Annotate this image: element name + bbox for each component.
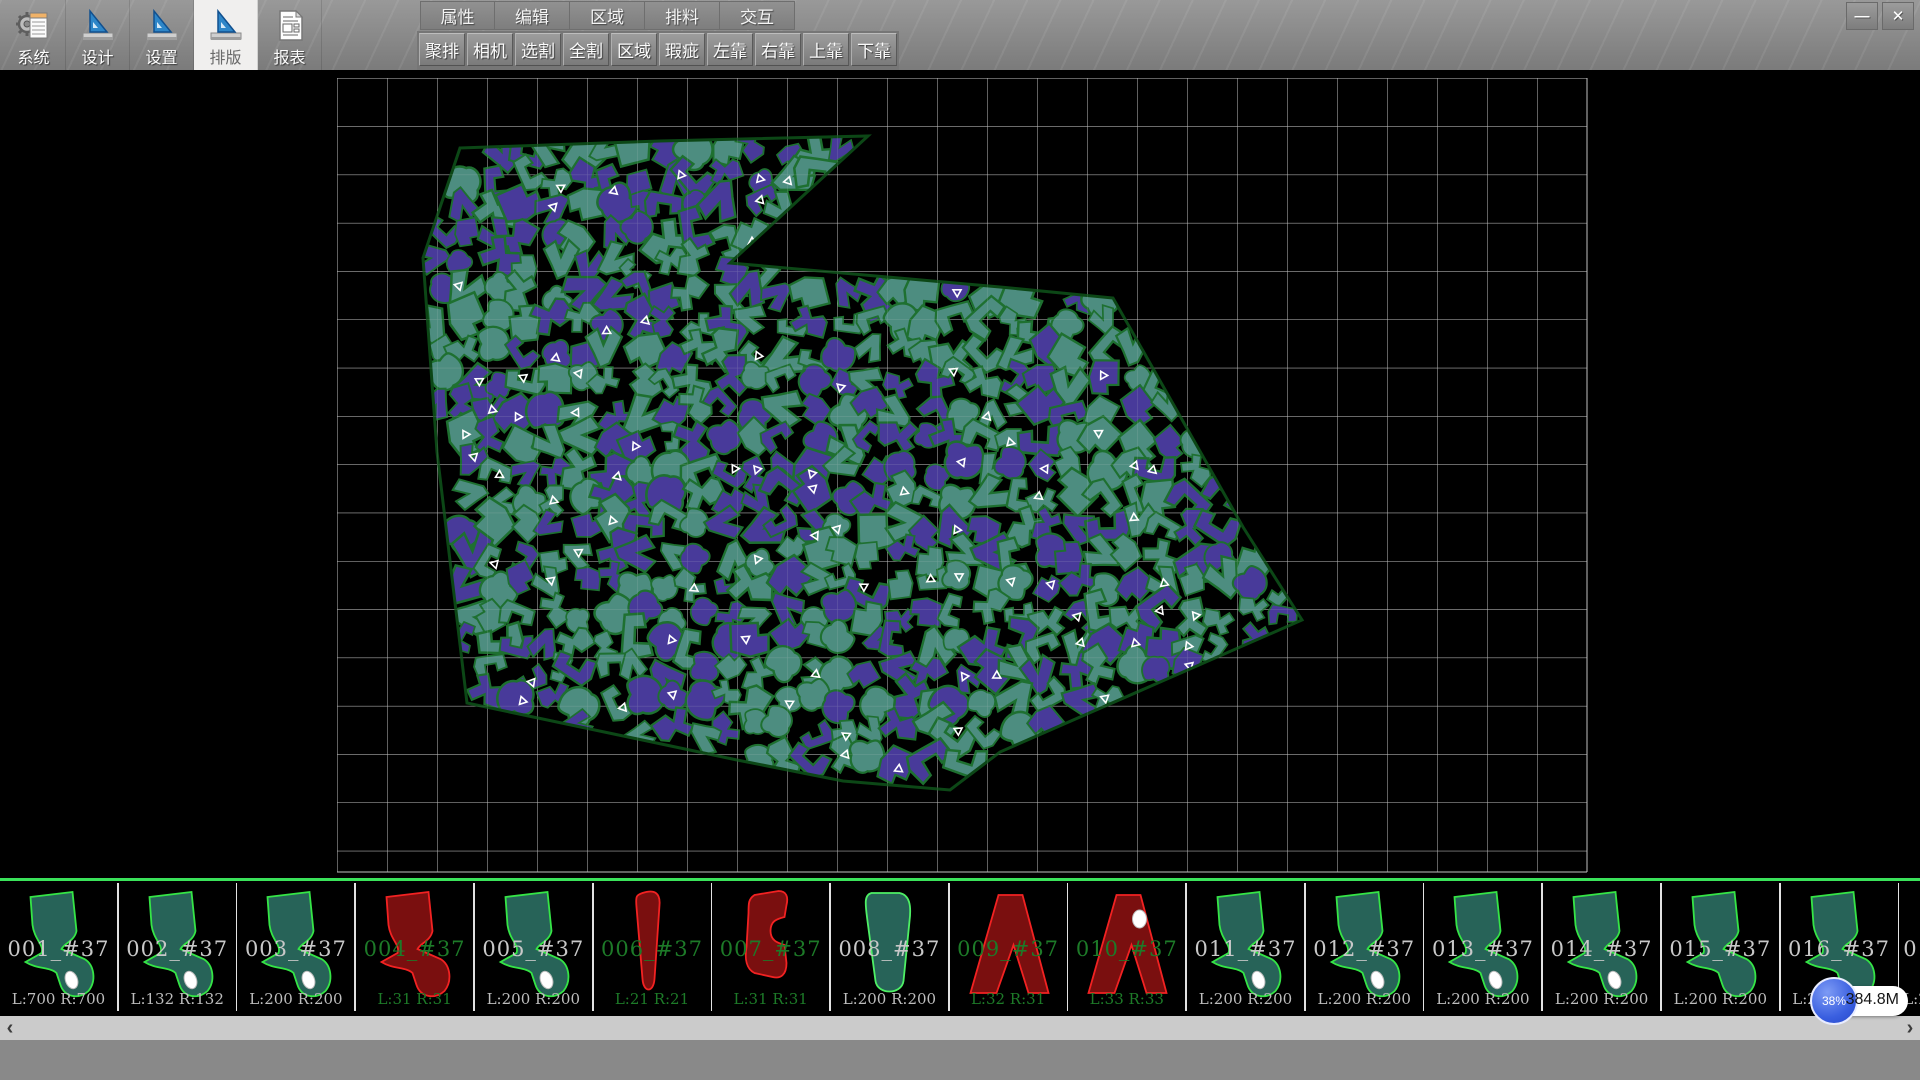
horizontal-scrollbar[interactable]: ‹ › <box>0 1016 1920 1040</box>
minimize-button[interactable]: — <box>1846 2 1878 30</box>
piece-name-label: 002_#37 <box>119 937 236 961</box>
ribbon-header: 系统设计设置排版报表 属性编辑区域排料交互 聚排相机选割全割区域瑕疵左靠右靠上靠… <box>0 0 1920 70</box>
piece-name-label: 014_#37 <box>1543 937 1660 961</box>
system-gear-icon <box>16 9 52 43</box>
ribbon-button-5[interactable]: 报表 <box>258 0 322 70</box>
menu-tab-2[interactable]: 编辑 <box>495 1 570 30</box>
piece-name-label: 015_#37 <box>1662 937 1779 961</box>
menu-tab-1[interactable]: 属性 <box>420 1 495 30</box>
piece-thumbnail-7[interactable]: 007_#37 L:31 R:31 <box>712 883 831 1011</box>
ribbon-button-label: 设置 <box>145 49 177 68</box>
piece-name-label: 016_#37 <box>1781 937 1898 961</box>
piece-count-label: L:33 R:33 <box>1068 990 1185 1008</box>
set-square-icon <box>208 9 244 43</box>
piece-name-label: 004_#37 <box>356 937 473 961</box>
canvas-grid-overlay <box>337 78 1587 872</box>
piece-count-label: L:200 R:200 <box>1187 990 1304 1008</box>
app-icon-toolbar: 系统 设计 设置 排版 报表 <box>2 0 322 70</box>
piece-count-label: L:31 R:31 <box>356 990 473 1008</box>
tool-button-bar: 聚排相机选割全割区域瑕疵左靠右靠上靠下靠 <box>417 31 899 70</box>
ribbon-button-label: 报表 <box>273 49 305 68</box>
menu-tab-4[interactable]: 排料 <box>645 1 720 30</box>
menu-tab-bar: 属性编辑区域排料交互 <box>420 1 795 30</box>
piece-name-label: 009_#37 <box>950 937 1067 961</box>
menu-tab-3[interactable]: 区域 <box>570 1 645 30</box>
scroll-right-icon[interactable]: › <box>1900 1016 1920 1040</box>
tool-button-8[interactable]: 右靠 <box>755 33 801 66</box>
piece-thumbnail-2[interactable]: 002_#37 L:132 R:132 <box>119 883 238 1011</box>
piece-name-label: 012_#37 <box>1306 937 1423 961</box>
piece-thumbnail-10[interactable]: 010_#37 L:33 R:33 <box>1068 883 1187 1011</box>
piece-count-label: L:21 R:21 <box>594 990 711 1008</box>
memory-usage-label: 384.8M <box>1846 991 1899 1009</box>
ribbon-button-3[interactable]: 设置 <box>130 0 194 70</box>
ribbon-button-label: 设计 <box>81 49 113 68</box>
piece-count-label: L:200 R:200 <box>831 990 948 1008</box>
piece-name-label: 008_#37 <box>831 937 948 961</box>
piece-thumbnail-5[interactable]: 005_#37 L:200 R:200 <box>475 883 594 1011</box>
piece-name-label: 011_#37 <box>1187 937 1304 961</box>
piece-thumbnail-11[interactable]: 011_#37 L:200 R:200 <box>1187 883 1306 1011</box>
tool-button-7[interactable]: 左靠 <box>707 33 753 66</box>
piece-count-label: L:200 R:200 <box>1543 990 1660 1008</box>
ribbon-button-4[interactable]: 排版 <box>194 0 258 70</box>
tool-button-6[interactable]: 瑕疵 <box>659 33 705 66</box>
piece-count-label: L:200 R:200 <box>1662 990 1779 1008</box>
piece-name-label: 001_#37 <box>0 937 117 961</box>
piece-thumbnail-tray: 001_#37L:700 R:700002_#37L:132 R:132003_… <box>0 878 1920 1013</box>
nesting-canvas[interactable] <box>0 70 1920 878</box>
scroll-left-icon[interactable]: ‹ <box>0 1016 20 1040</box>
piece-count-label: L:700 R:700 <box>0 990 117 1008</box>
window-controls: — ✕ <box>1846 2 1914 30</box>
report-icon <box>272 9 308 43</box>
piece-name-label: 010_#37 <box>1068 937 1185 961</box>
piece-count-label: L:200 R:200 <box>237 990 354 1008</box>
ribbon-button-2[interactable]: 设计 <box>66 0 130 70</box>
piece-name-label: 003_#37 <box>237 937 354 961</box>
set-square-icon <box>144 9 180 43</box>
set-square-icon <box>80 9 116 43</box>
piece-count-label: L:200 R:200 <box>475 990 592 1008</box>
piece-thumbnail-3[interactable]: 003_#37 L:200 R:200 <box>237 883 356 1011</box>
close-button[interactable]: ✕ <box>1882 2 1914 30</box>
tool-button-5[interactable]: 区域 <box>611 33 657 66</box>
piece-thumbnail-12[interactable]: 012_#37 L:200 R:200 <box>1306 883 1425 1011</box>
piece-thumbnail-15[interactable]: 015_#37 L:200 R:200 <box>1662 883 1781 1011</box>
tool-button-4[interactable]: 全割 <box>563 33 609 66</box>
piece-thumbnail-1[interactable]: 001_#37 L:700 R:700 <box>0 883 119 1011</box>
piece-name-label: 006_#37 <box>594 937 711 961</box>
menu-tab-5[interactable]: 交互 <box>720 1 795 30</box>
tool-button-1[interactable]: 聚排 <box>419 33 465 66</box>
piece-count-label: L:200 R:200 <box>1306 990 1423 1008</box>
piece-thumbnail-6[interactable]: 006_#37 L:21 R:21 <box>594 883 713 1011</box>
ribbon-button-label: 系统 <box>17 49 49 68</box>
tool-button-10[interactable]: 下靠 <box>851 33 897 66</box>
piece-name-label: 007_#37 <box>712 937 829 961</box>
piece-thumbnail-4[interactable]: 004_#37 L:31 R:31 <box>356 883 475 1011</box>
nesting-workspace-svg[interactable] <box>0 70 1920 878</box>
memory-status-pill: 38% 384.8M <box>1822 986 1908 1016</box>
piece-count-label: L:200 R:200 <box>1424 990 1541 1008</box>
piece-count-label: L:32 R:31 <box>950 990 1067 1008</box>
piece-count-label: L:31 R:31 <box>712 990 829 1008</box>
piece-count-label: L:132 R:132 <box>119 990 236 1008</box>
piece-thumbnail-13[interactable]: 013_#37 L:200 R:200 <box>1424 883 1543 1011</box>
piece-name-label: 013_#37 <box>1424 937 1541 961</box>
tool-button-3[interactable]: 选割 <box>515 33 561 66</box>
piece-name-label: 005_#37 <box>475 937 592 961</box>
piece-name-label: 0 <box>1899 937 1920 961</box>
piece-thumbnail-9[interactable]: 009_#37 L:32 R:31 <box>950 883 1069 1011</box>
tool-button-2[interactable]: 相机 <box>467 33 513 66</box>
piece-thumbnail-14[interactable]: 014_#37 L:200 R:200 <box>1543 883 1662 1011</box>
ribbon-button-1[interactable]: 系统 <box>2 0 66 70</box>
tool-button-9[interactable]: 上靠 <box>803 33 849 66</box>
ribbon-button-label: 排版 <box>209 49 241 68</box>
piece-thumbnail-8[interactable]: 008_#37 L:200 R:200 <box>831 883 950 1011</box>
status-footer <box>0 1040 1920 1080</box>
